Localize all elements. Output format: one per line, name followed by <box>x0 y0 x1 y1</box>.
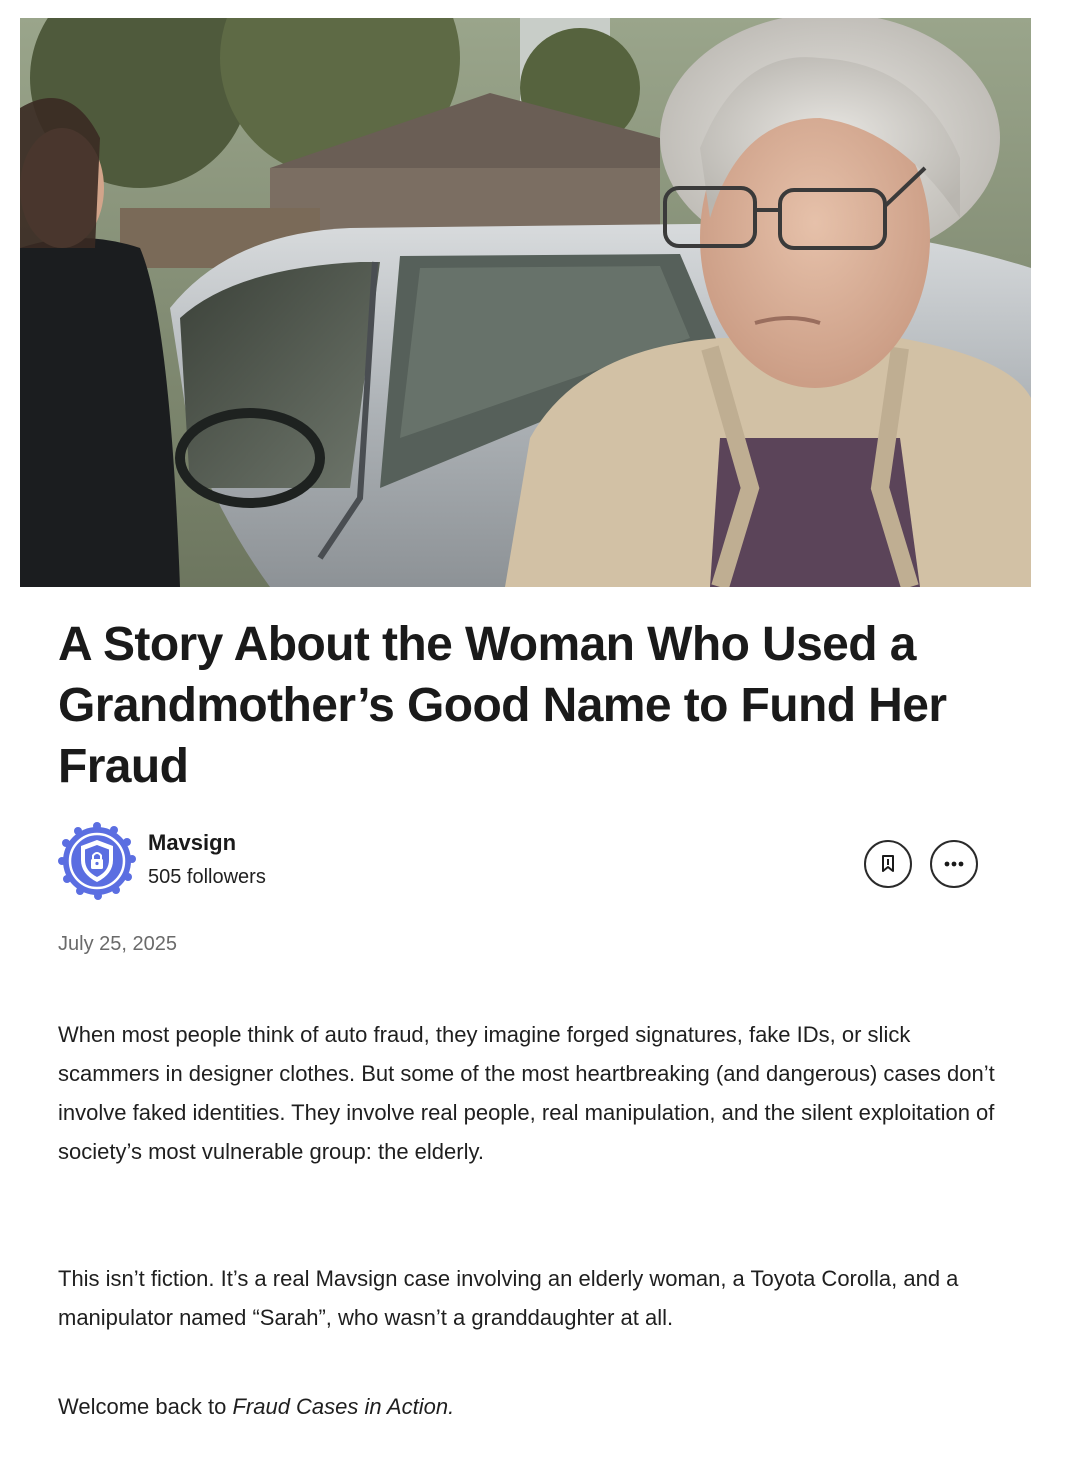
more-options-button[interactable] <box>930 840 978 888</box>
article-title: A Story About the Woman Who Used a Grand… <box>58 618 947 793</box>
author-name[interactable]: Mavsign <box>148 830 236 856</box>
series-name: Fraud Cases in Action. <box>232 1394 455 1419</box>
author-row: Mavsign 505 followers <box>58 822 983 902</box>
shield-lock-icon <box>58 822 136 900</box>
paragraph: This isn’t fiction. It’s a real Mavsign … <box>58 1266 959 1330</box>
paragraph: When most people think of auto fraud, th… <box>58 1022 995 1164</box>
paragraph: Welcome back to Fraud Cases in Action. <box>58 1387 998 1426</box>
bookmark-button[interactable] <box>864 840 912 888</box>
author-avatar[interactable] <box>58 822 136 900</box>
bookmark-icon <box>882 855 894 872</box>
publish-date: July 25, 2025 <box>58 933 177 955</box>
more-dots-icon <box>944 861 964 867</box>
follower-count: 505 followers <box>148 866 266 888</box>
hero-image <box>20 18 1031 587</box>
paragraph-text: Welcome back to <box>58 1394 233 1419</box>
